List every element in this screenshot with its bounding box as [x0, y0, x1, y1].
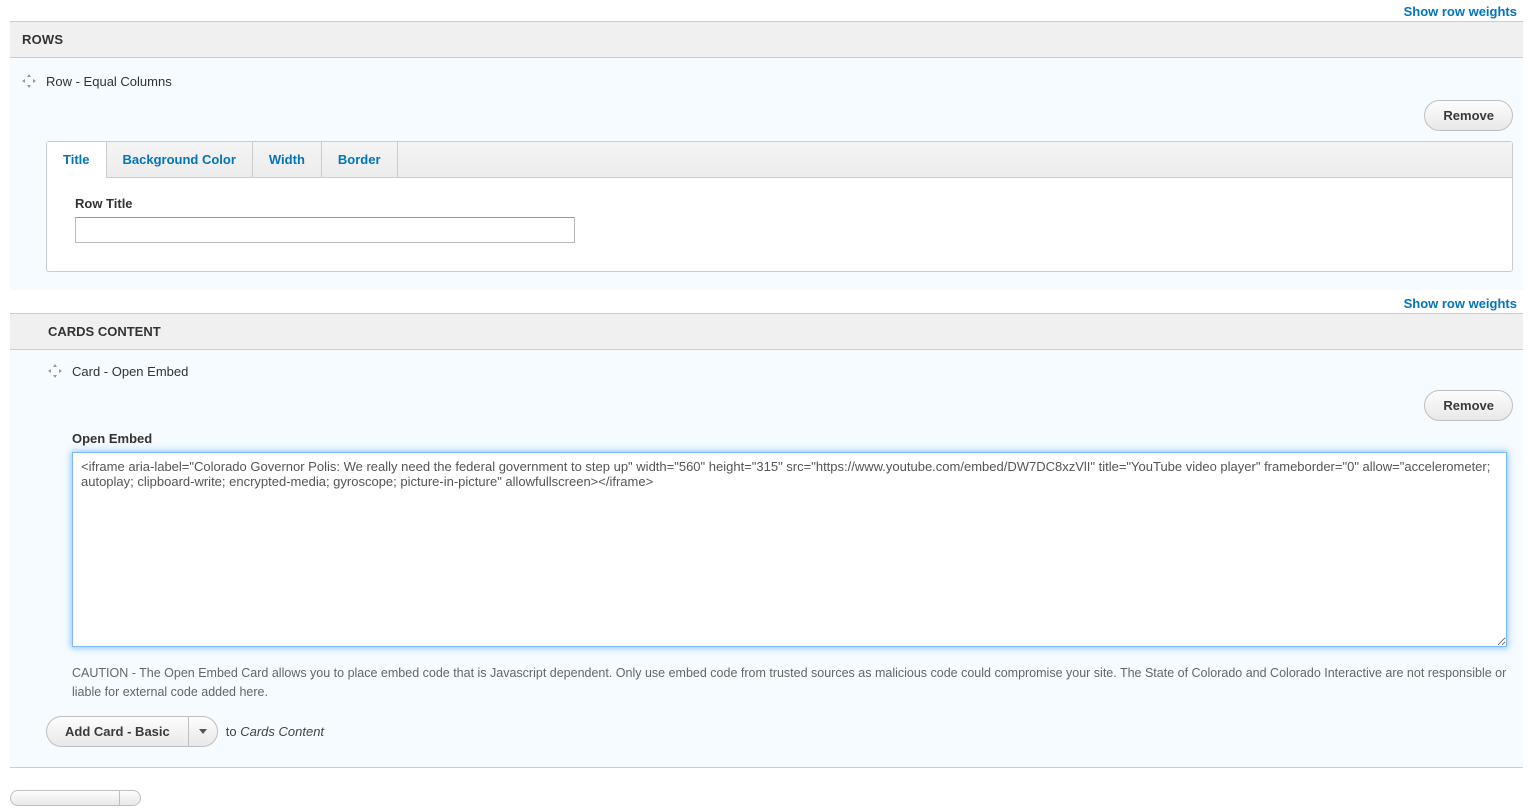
bottom-split-drop[interactable]: [119, 790, 141, 806]
open-embed-section: Open Embed <iframe aria-label="Colorado …: [72, 431, 1507, 702]
row-remove-bar: Remove: [20, 100, 1513, 141]
remove-row-button[interactable]: Remove: [1424, 100, 1513, 131]
add-card-to-text: to Cards Content: [226, 724, 324, 739]
tab-content-title: Row Title: [47, 178, 1512, 271]
show-row-weights-link-mid[interactable]: Show row weights: [1404, 296, 1517, 311]
cards-body: Card - Open Embed Remove Open Embed <ifr…: [10, 350, 1523, 768]
cards-section-title: CARDS CONTENT: [48, 324, 161, 339]
show-row-weights-link[interactable]: Show row weights: [1404, 4, 1517, 19]
drag-handle-icon[interactable]: [46, 362, 64, 380]
card-item: Card - Open Embed: [20, 362, 1513, 390]
remove-card-button[interactable]: Remove: [1424, 390, 1513, 421]
tab-width[interactable]: Width: [253, 142, 322, 177]
bottom-split-main[interactable]: [10, 790, 119, 806]
add-card-split-button: Add Card - Basic: [46, 716, 218, 747]
row-title-label: Row Title: [75, 196, 1484, 211]
show-row-weights-bar-top: Show row weights: [10, 0, 1523, 21]
rows-section-title: ROWS: [22, 32, 63, 47]
card-remove-bar: Remove: [20, 390, 1513, 431]
row-title-input[interactable]: [75, 217, 575, 243]
tab-border[interactable]: Border: [322, 142, 398, 177]
bottom-split-button-partial: [10, 790, 141, 806]
rows-section-header: ROWS: [10, 21, 1523, 58]
chevron-down-icon: [199, 729, 207, 734]
open-embed-label: Open Embed: [72, 431, 1507, 446]
rows-body: Row - Equal Columns Remove Title Backgro…: [10, 58, 1523, 290]
add-card-dropdown-button[interactable]: [188, 716, 218, 747]
row-settings-tabs: Title Background Color Width Border Row …: [46, 141, 1513, 272]
row-item: Row - Equal Columns: [20, 68, 1513, 100]
show-row-weights-bar-mid: Show row weights: [10, 290, 1523, 311]
tab-background-color[interactable]: Background Color: [107, 142, 253, 177]
tabs-strip: Title Background Color Width Border: [47, 142, 1512, 178]
cards-section-header: CARDS CONTENT: [10, 313, 1523, 350]
tab-title[interactable]: Title: [47, 142, 107, 177]
open-embed-textarea[interactable]: <iframe aria-label="Colorado Governor Po…: [72, 452, 1507, 647]
open-embed-caution: CAUTION - The Open Embed Card allows you…: [72, 664, 1507, 702]
row-label: Row - Equal Columns: [46, 74, 172, 89]
drag-handle-icon[interactable]: [20, 72, 38, 90]
add-card-button[interactable]: Add Card - Basic: [46, 716, 188, 747]
card-label: Card - Open Embed: [72, 364, 188, 379]
add-card-bar: Add Card - Basic to Cards Content: [20, 702, 1513, 747]
